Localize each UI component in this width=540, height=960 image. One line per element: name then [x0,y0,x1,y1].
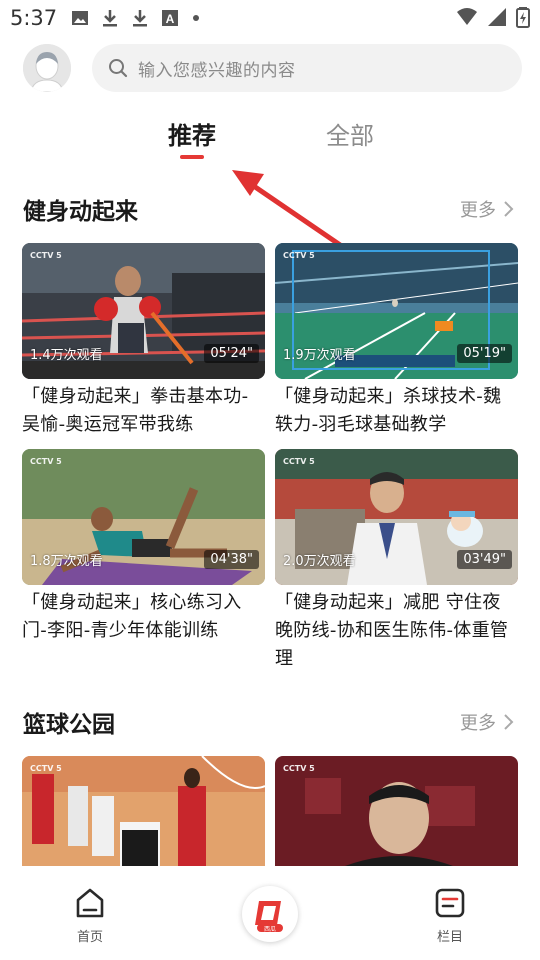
status-system-icons [456,6,530,28]
video-thumbnail[interactable]: CCTV 5 1.9万次观看 05'19" [275,243,518,379]
view-count: 1.9万次观看 [283,348,356,363]
video-card[interactable]: CCTV 5 [22,756,265,866]
video-thumbnail[interactable]: CCTV 5 [275,756,518,866]
status-bar: 5:37 A [0,0,540,36]
columns-icon [435,888,465,918]
video-card[interactable]: CCTV 5 2.0万次观看 03'49" 「健身动起来」减肥 守住夜晚防线-协… [275,449,518,673]
video-thumbnail[interactable]: CCTV 5 [22,756,265,866]
section-header-fitness: 健身动起来 更多 [23,188,518,228]
nav-home-label: 首页 [76,930,103,945]
video-card[interactable]: CCTV 5 1.8万次观看 04'38" 「健身动起来」核心练习入门-李阳-青… [22,449,265,645]
chevron-right-icon [504,714,514,730]
view-count: 1.4万次观看 [30,348,103,363]
search-icon [109,59,128,78]
center-app-button[interactable]: 西瓜 [242,886,298,942]
more-link[interactable]: 更多 [460,709,514,735]
battery-icon [516,7,530,28]
download-icon [103,10,118,27]
nav-columns-label: 栏目 [436,930,463,945]
tab-all[interactable]: 全部 [326,116,374,151]
video-duration: 05'24" [204,344,259,363]
video-title[interactable]: 「健身动起来」拳击基本功-吴愉-奥运冠军带我练 [22,383,265,439]
more-link[interactable]: 更多 [460,196,514,222]
nav-columns[interactable]: 栏目 [410,886,490,945]
nav-home[interactable]: 首页 [50,886,130,945]
avatar[interactable] [23,44,71,92]
view-count: 1.8万次观看 [30,554,103,569]
section-header-basketball: 篮球公园 更多 [23,701,518,741]
status-notification-icons: A [71,9,201,27]
font-app-icon: A [162,10,179,26]
view-count: 2.0万次观看 [283,554,356,569]
cctv-logo-icon: CCTV 5 [283,251,315,260]
video-card[interactable]: CCTV 5 1.4万次观看 05'24" 「健身动起来」拳击基本功-吴愉-奥运… [22,243,265,439]
cctv-logo-icon: CCTV 5 [283,457,315,466]
video-card[interactable]: CCTV 5 1.9万次观看 05'19" 「健身动起来」杀球技术-魏轶力-羽毛… [275,243,518,439]
home-icon [76,888,104,918]
search-bar[interactable]: 输入您感兴趣的内容 [92,44,522,92]
chevron-right-icon [504,201,514,217]
video-duration: 04'38" [204,550,259,569]
user-avatar-icon [23,44,71,92]
video-thumbnail[interactable]: CCTV 5 2.0万次观看 03'49" [275,449,518,585]
video-title[interactable]: 「健身动起来」减肥 守住夜晚防线-协和医生陈伟-体重管理 [275,589,518,673]
video-card[interactable]: CCTV 5 [275,756,518,866]
cctv-logo-icon: CCTV 5 [30,251,62,260]
video-duration: 03'49" [457,550,512,569]
more-label: 更多 [460,200,496,221]
tab-active-indicator [180,155,204,159]
section-title: 篮球公园 [23,712,115,738]
image-icon [72,11,89,25]
cctv-logo-icon: CCTV 5 [30,764,62,773]
more-label: 更多 [460,713,496,734]
tab-recommended[interactable]: 推荐 [168,116,216,151]
video-title[interactable]: 「健身动起来」核心练习入门-李阳-青少年体能训练 [22,589,265,645]
status-time: 5:37 [10,6,58,30]
section-title: 健身动起来 [23,199,138,225]
download-icon [133,10,148,27]
video-thumbnail[interactable]: CCTV 5 1.4万次观看 05'24" [22,243,265,379]
svg-text:A: A [166,12,175,26]
cctv-logo-icon: CCTV 5 [30,457,62,466]
video-duration: 05'19" [457,344,512,363]
search-input[interactable]: 输入您感兴趣的内容 [138,56,296,81]
video-title[interactable]: 「健身动起来」杀球技术-魏轶力-羽毛球基础教学 [275,383,518,439]
cctv-logo-icon: CCTV 5 [283,764,315,773]
app-logo-icon: 西瓜 [248,892,292,936]
bottom-nav: 首页 西瓜 栏目 [0,866,540,960]
dot-icon [193,15,200,21]
center-app-label: 西瓜 [264,926,276,933]
signal-icon [488,8,506,26]
wifi-icon [457,8,477,25]
top-header: 输入您感兴趣的内容 [0,44,540,94]
video-thumbnail[interactable]: CCTV 5 1.8万次观看 04'38" [22,449,265,585]
